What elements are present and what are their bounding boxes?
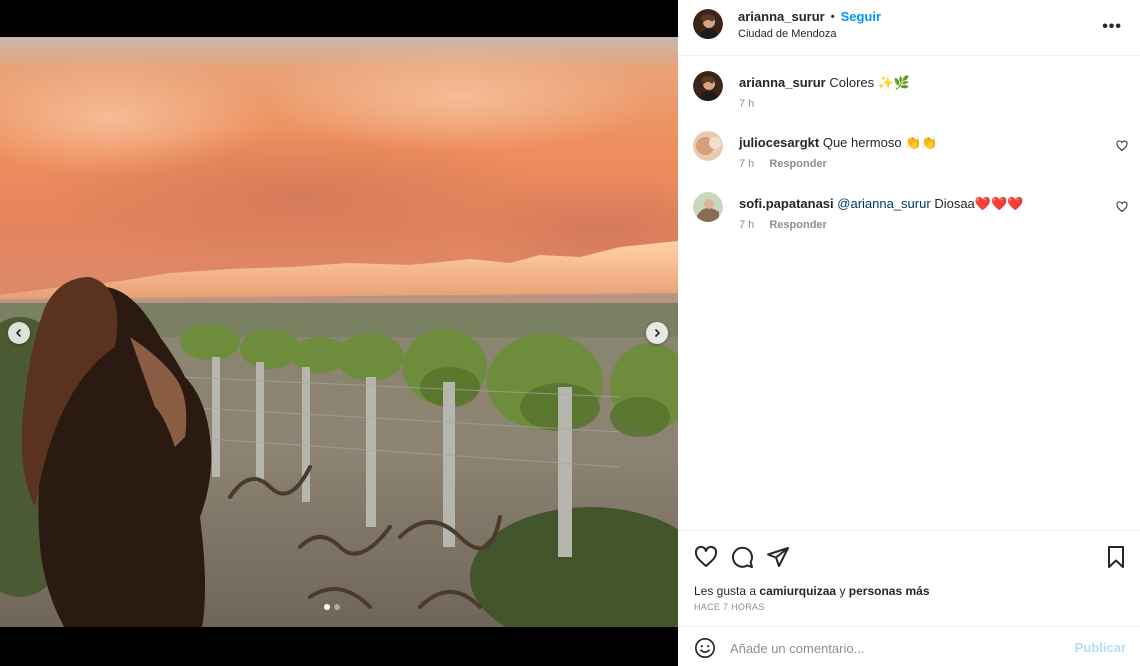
commenter-avatar[interactable] <box>693 192 723 222</box>
reply-button[interactable]: Responder <box>769 219 826 231</box>
likes-others[interactable]: personas más <box>849 584 930 598</box>
likes-connector: y <box>839 584 846 598</box>
post-location[interactable]: Ciudad de Mendoza <box>738 28 836 40</box>
comment-meta: 7 h Responder <box>739 219 839 231</box>
caption-avatar[interactable] <box>693 71 723 101</box>
carousel-next-button[interactable] <box>646 322 668 344</box>
avatar-image <box>693 9 723 39</box>
comment-username[interactable]: juliocesargkt <box>739 135 819 150</box>
like-comment-heart-icon[interactable] <box>1116 140 1128 152</box>
likes-summary: Les gusta a camiurquizaa y personas más <box>694 584 930 598</box>
author-avatar[interactable] <box>693 9 723 39</box>
comment-text: juliocesargkt Que hermoso 👏👏 <box>739 135 938 151</box>
carousel-dot <box>334 604 340 610</box>
post-photo-illustration <box>0 37 678 627</box>
post-side-panel: arianna_surur • Seguir Ciudad de Mendoza… <box>678 0 1140 666</box>
likes-user[interactable]: camiurquizaa <box>759 584 836 598</box>
comment-time[interactable]: 7 h <box>739 219 754 231</box>
separator-dot: • <box>830 10 835 23</box>
author-username[interactable]: arianna_surur <box>738 9 825 24</box>
avatar-image <box>693 71 723 101</box>
carousel-dots <box>324 604 340 610</box>
comment-time[interactable]: 7 h <box>739 158 754 170</box>
post-author-line: arianna_surur • Seguir <box>738 9 881 24</box>
more-icon[interactable]: ••• <box>1102 18 1122 36</box>
carousel-prev-button[interactable] <box>8 322 30 344</box>
caption-text: arianna_surur Colores ✨🌿 <box>739 75 910 91</box>
reply-button[interactable]: Responder <box>769 158 826 170</box>
commenter-avatar[interactable] <box>693 131 723 161</box>
comment-body: Diosaa <box>934 196 975 211</box>
post-timestamp[interactable]: HACE 7 HORAS <box>694 602 765 612</box>
share-icon[interactable] <box>766 545 790 569</box>
caption-time[interactable]: 7 h <box>739 98 754 110</box>
caption-username[interactable]: arianna_surur <box>739 75 826 90</box>
like-comment-heart-icon[interactable] <box>1116 201 1128 213</box>
avatar-image <box>693 192 723 222</box>
comment-meta: 7 h Responder <box>739 158 839 170</box>
comment-input[interactable] <box>730 635 1060 661</box>
avatar-image <box>693 131 723 161</box>
comment-emoji: 👏👏 <box>905 135 938 150</box>
post-actions: Les gusta a camiurquizaa y personas más … <box>678 530 1140 626</box>
comment-icon[interactable] <box>730 545 754 569</box>
heart-icon[interactable] <box>694 545 718 569</box>
caption-emoji: ✨🌿 <box>877 75 911 90</box>
caption-body: Colores <box>829 75 875 90</box>
likes-prefix: Les gusta a <box>694 584 757 598</box>
post-photo[interactable] <box>0 37 678 627</box>
comment-text: sofi.papatanasi @arianna_surur Diosaa❤️❤… <box>739 196 1023 212</box>
smiley-icon[interactable] <box>694 637 716 659</box>
bookmark-icon[interactable] <box>1104 545 1128 569</box>
post-header: arianna_surur • Seguir Ciudad de Mendoza… <box>678 0 1140 56</box>
chevron-right-icon <box>654 328 661 338</box>
follow-button[interactable]: Seguir <box>841 9 881 24</box>
caption-meta: 7 h <box>739 98 766 110</box>
comment-body: Que hermoso <box>822 135 902 150</box>
carousel-dot <box>324 604 330 610</box>
add-comment-bar: Publicar <box>678 626 1140 666</box>
comment-username[interactable]: sofi.papatanasi <box>739 196 834 211</box>
post-media <box>0 0 678 666</box>
comment-mention[interactable]: @arianna_surur <box>837 196 930 211</box>
comment-emoji: ❤️❤️❤️ <box>974 196 1024 211</box>
chevron-left-icon <box>15 328 22 338</box>
publish-button[interactable]: Publicar <box>1075 640 1126 655</box>
